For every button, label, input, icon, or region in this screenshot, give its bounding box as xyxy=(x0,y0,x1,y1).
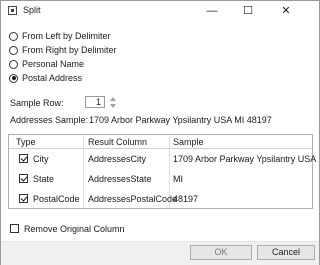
column-divider xyxy=(83,135,84,208)
sample-row-label: Sample Row: xyxy=(10,98,64,108)
app-icon xyxy=(8,6,17,15)
row-checkbox-postalcode[interactable] xyxy=(19,194,28,203)
grid-header: Type Result Column Sample xyxy=(9,135,312,149)
row-result-column: AddressesCity xyxy=(88,154,147,164)
close-button[interactable]: ✕ xyxy=(271,1,301,21)
addresses-sample-value: 1709 Arbor Parkway Ypsilantry USA MI 481… xyxy=(89,115,272,125)
header-type[interactable]: Type xyxy=(16,137,36,147)
radio-option-left-delimiter[interactable]: From Left by Delimiter xyxy=(9,30,111,42)
radio-option-personal-name[interactable]: Personal Name xyxy=(9,58,84,70)
radio-label: Postal Address xyxy=(22,73,83,83)
window-title: Split xyxy=(23,5,41,15)
cancel-button[interactable]: Cancel xyxy=(257,245,315,260)
radio-option-postal-address[interactable]: Postal Address xyxy=(9,72,82,84)
spin-down-icon[interactable] xyxy=(110,104,116,108)
row-sample: 1709 Arbor Parkway Ypsilantry USA xyxy=(173,154,317,164)
sample-row-input[interactable]: 1 xyxy=(85,96,105,108)
remove-original-checkbox[interactable] xyxy=(10,224,19,233)
row-type: City xyxy=(33,154,49,164)
radio-icon[interactable] xyxy=(9,45,18,55)
radio-label: Personal Name xyxy=(22,59,85,69)
split-columns-grid: Type Result Column Sample City Addresses… xyxy=(8,134,317,209)
addresses-sample-label: Addresses Sample: xyxy=(10,115,89,125)
row-checkbox-state[interactable] xyxy=(19,174,28,183)
radio-label: From Right by Delimiter xyxy=(22,45,117,55)
radio-option-right-delimiter[interactable]: From Right by Delimiter xyxy=(9,44,117,56)
ok-button[interactable]: OK xyxy=(190,245,252,260)
row-result-column: AddressesPostalCode xyxy=(88,194,178,204)
remove-original-label: Remove Original Column xyxy=(24,224,125,234)
radio-label: From Left by Delimiter xyxy=(22,31,111,41)
row-sample: MI xyxy=(173,174,183,184)
split-dialog: Split — ☐ ✕ From Left by Delimiter From … xyxy=(0,0,320,265)
row-type: PostalCode xyxy=(33,194,80,204)
title-bar: Split — ☐ ✕ xyxy=(1,1,319,21)
header-result-column[interactable]: Result Column xyxy=(88,137,147,147)
radio-icon[interactable] xyxy=(9,31,18,41)
radio-icon[interactable] xyxy=(9,59,18,69)
row-checkbox-city[interactable] xyxy=(19,154,28,163)
row-type: State xyxy=(33,174,55,184)
radio-checked-icon[interactable] xyxy=(9,73,18,83)
row-sample: 48197 xyxy=(173,194,199,204)
spin-up-icon[interactable] xyxy=(110,97,116,101)
maximize-button[interactable]: ☐ xyxy=(233,1,263,21)
row-result-column: AddressesState xyxy=(88,174,152,184)
minimize-button[interactable]: — xyxy=(197,1,227,21)
header-sample[interactable]: Sample xyxy=(173,137,204,147)
